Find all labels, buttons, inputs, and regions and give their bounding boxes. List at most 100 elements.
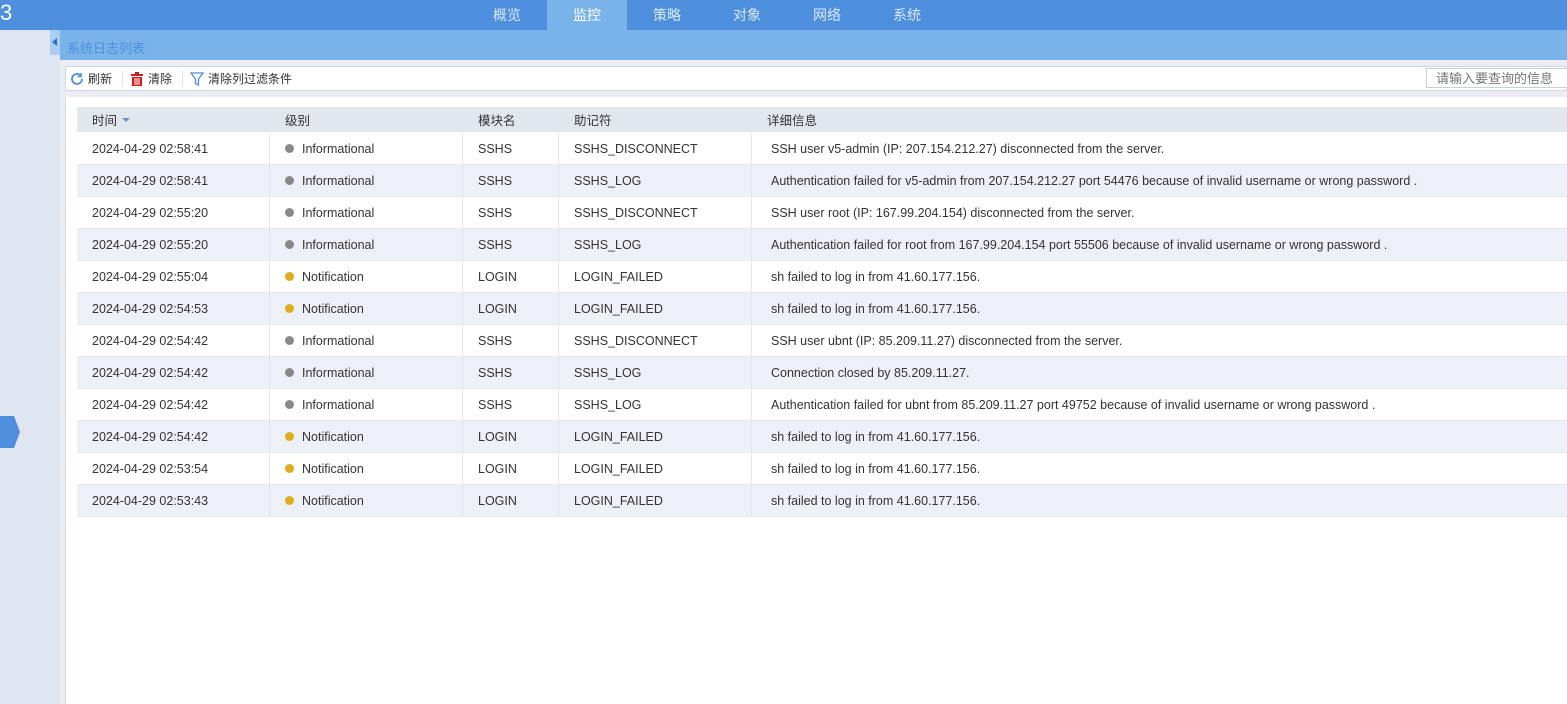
toolbar: 刷新 清除 清除列过滤条件	[65, 66, 1567, 91]
level-cell: Informational	[285, 357, 374, 388]
table-row[interactable]: 2024-04-29 02:55:20 Informational SSHS S…	[77, 229, 1567, 261]
module-cell: SSHS	[478, 365, 513, 380]
module-cell: LOGIN	[478, 301, 517, 316]
table-row[interactable]: 2024-04-29 02:54:42 Notification LOGIN L…	[77, 421, 1567, 453]
tab-policy[interactable]: 策略	[627, 0, 707, 30]
informational-dot-icon	[285, 400, 294, 409]
mnemonic-cell: LOGIN_FAILED	[574, 301, 663, 316]
informational-dot-icon	[285, 368, 294, 377]
informational-dot-icon	[285, 144, 294, 153]
time-cell: 2024-04-29 02:58:41	[92, 173, 209, 188]
module-cell: LOGIN	[478, 461, 517, 476]
detail-cell: sh failed to log in from 41.60.177.156.	[771, 301, 981, 316]
time-cell: 2024-04-29 02:55:20	[92, 237, 209, 252]
top-navigation-bar: 3 概览 监控 策略 对象 网络 系统	[0, 0, 1567, 30]
table-row[interactable]: 2024-04-29 02:55:20 Informational SSHS S…	[77, 197, 1567, 229]
mnemonic-cell: SSHS_DISCONNECT	[574, 333, 698, 348]
detail-cell: sh failed to log in from 41.60.177.156.	[771, 429, 981, 444]
sidebar	[0, 30, 60, 704]
time-cell: 2024-04-29 02:54:42	[92, 397, 209, 412]
level-cell: Informational	[285, 133, 374, 164]
notification-dot-icon	[285, 272, 294, 281]
column-header-mnemonic[interactable]: 助记符	[574, 107, 612, 132]
detail-cell: SSH user v5-admin (IP: 207.154.212.27) d…	[771, 141, 1165, 156]
trash-icon	[131, 71, 143, 86]
filter-icon	[190, 71, 204, 86]
table-row[interactable]: 2024-04-29 02:53:43 Notification LOGIN L…	[77, 485, 1567, 517]
clear-button[interactable]: 清除	[130, 70, 172, 87]
detail-cell: Authentication failed for ubnt from 85.2…	[771, 397, 1376, 412]
table-row[interactable]: 2024-04-29 02:54:53 Notification LOGIN L…	[77, 293, 1567, 325]
level-cell: Informational	[285, 197, 374, 228]
informational-dot-icon	[285, 240, 294, 249]
column-header-level[interactable]: 级别	[285, 107, 310, 132]
log-table: 时间 级别 模块名 助记符 详细信息 2024-04-29 02:58:41 I…	[65, 97, 1567, 704]
detail-cell: Authentication failed for root from 167.…	[771, 237, 1388, 252]
table-row[interactable]: 2024-04-29 02:58:41 Informational SSHS S…	[77, 133, 1567, 165]
time-cell: 2024-04-29 02:54:42	[92, 429, 209, 444]
module-cell: SSHS	[478, 141, 513, 156]
mnemonic-cell: LOGIN_FAILED	[574, 429, 663, 444]
level-cell: Informational	[285, 229, 374, 260]
level-cell: Notification	[285, 293, 364, 324]
refresh-button[interactable]: 刷新	[70, 70, 112, 87]
time-cell: 2024-04-29 02:55:04	[92, 269, 209, 284]
tab-objects[interactable]: 对象	[707, 0, 787, 30]
mnemonic-cell: SSHS_LOG	[574, 397, 642, 412]
tab-overview[interactable]: 概览	[467, 0, 547, 30]
level-cell: Notification	[285, 261, 364, 292]
detail-cell: sh failed to log in from 41.60.177.156.	[771, 493, 981, 508]
detail-cell: sh failed to log in from 41.60.177.156.	[771, 269, 981, 284]
brand-title: 3	[0, 0, 13, 25]
mnemonic-cell: SSHS_DISCONNECT	[574, 141, 698, 156]
column-header-detail[interactable]: 详细信息	[767, 107, 817, 132]
time-cell: 2024-04-29 02:55:20	[92, 205, 209, 220]
table-header: 时间 级别 模块名 助记符 详细信息	[77, 107, 1567, 132]
module-cell: SSHS	[478, 237, 513, 252]
time-cell: 2024-04-29 02:54:53	[92, 301, 209, 316]
module-cell: LOGIN	[478, 429, 517, 444]
detail-cell: SSH user ubnt (IP: 85.209.11.27) disconn…	[771, 333, 1123, 348]
time-cell: 2024-04-29 02:54:42	[92, 365, 209, 380]
module-cell: SSHS	[478, 173, 513, 188]
table-row[interactable]: 2024-04-29 02:54:42 Informational SSHS S…	[77, 357, 1567, 389]
collapse-sidebar-icon[interactable]	[50, 30, 60, 55]
module-cell: LOGIN	[478, 493, 517, 508]
sort-desc-icon	[122, 117, 131, 122]
mnemonic-cell: SSHS_LOG	[574, 237, 642, 252]
tab-system[interactable]: 系统	[867, 0, 947, 30]
clear-filter-button[interactable]: 清除列过滤条件	[190, 70, 292, 87]
search-input[interactable]	[1426, 68, 1567, 88]
table-row[interactable]: 2024-04-29 02:54:42 Informational SSHS S…	[77, 325, 1567, 357]
mnemonic-cell: LOGIN_FAILED	[574, 493, 663, 508]
mnemonic-cell: LOGIN_FAILED	[574, 269, 663, 284]
table-row[interactable]: 2024-04-29 02:55:04 Notification LOGIN L…	[77, 261, 1567, 293]
time-cell: 2024-04-29 02:58:41	[92, 141, 209, 156]
level-cell: Informational	[285, 389, 374, 420]
informational-dot-icon	[285, 336, 294, 345]
table-row[interactable]: 2024-04-29 02:53:54 Notification LOGIN L…	[77, 453, 1567, 485]
informational-dot-icon	[285, 208, 294, 217]
mnemonic-cell: SSHS_DISCONNECT	[574, 205, 698, 220]
module-cell: SSHS	[478, 205, 513, 220]
module-cell: SSHS	[478, 397, 513, 412]
tab-monitor[interactable]: 监控	[547, 0, 627, 30]
column-header-time[interactable]: 时间	[92, 107, 131, 132]
panel-title: 系统日志列表	[67, 41, 146, 56]
module-cell: SSHS	[478, 333, 513, 348]
level-cell: Notification	[285, 485, 364, 516]
level-cell: Notification	[285, 453, 364, 484]
table-row[interactable]: 2024-04-29 02:54:42 Informational SSHS S…	[77, 389, 1567, 421]
time-cell: 2024-04-29 02:53:54	[92, 461, 209, 476]
level-cell: Notification	[285, 421, 364, 452]
tab-network[interactable]: 网络	[787, 0, 867, 30]
column-header-module[interactable]: 模块名	[478, 107, 516, 132]
time-cell: 2024-04-29 02:53:43	[92, 493, 209, 508]
mnemonic-cell: SSHS_LOG	[574, 365, 642, 380]
level-cell: Informational	[285, 165, 374, 196]
detail-cell: Connection closed by 85.209.11.27.	[771, 365, 970, 380]
table-row[interactable]: 2024-04-29 02:58:41 Informational SSHS S…	[77, 165, 1567, 197]
detail-cell: sh failed to log in from 41.60.177.156.	[771, 461, 981, 476]
notification-dot-icon	[285, 432, 294, 441]
detail-cell: SSH user root (IP: 167.99.204.154) disco…	[771, 205, 1135, 220]
